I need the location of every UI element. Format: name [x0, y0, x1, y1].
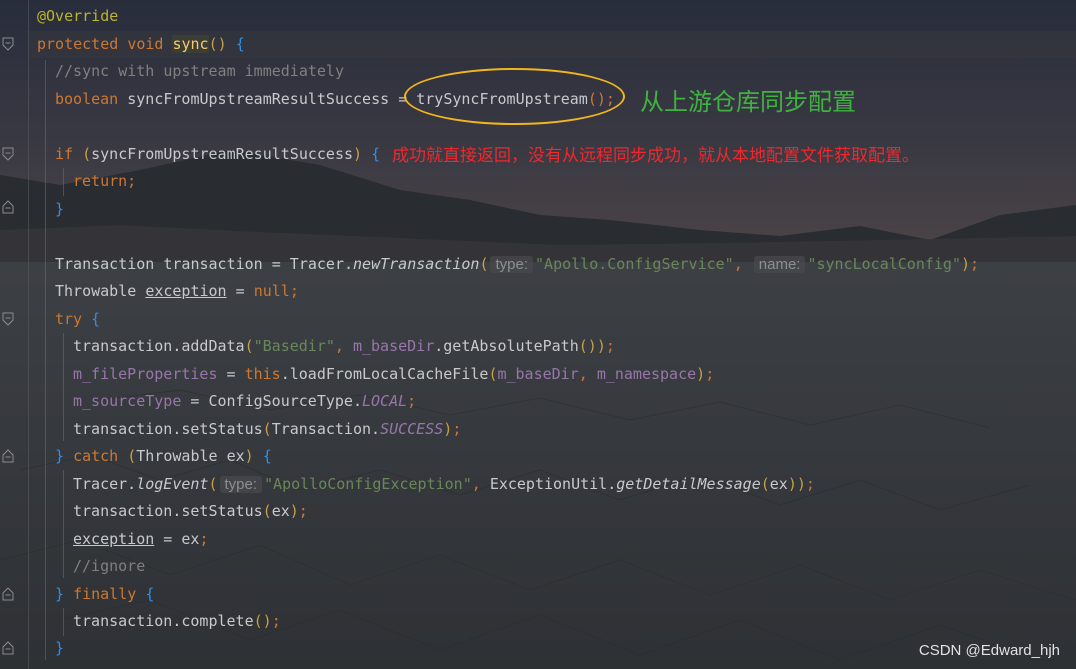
code-line-19[interactable]: exception = ex;	[73, 526, 208, 553]
keyword-catch: catch	[73, 447, 119, 465]
type-throwable: Throwable	[55, 282, 146, 300]
code-line-22[interactable]: transaction.complete();	[73, 608, 281, 635]
string-literal: "ApolloConfigException"	[264, 475, 472, 493]
semicolon: ;	[199, 530, 209, 548]
open-brace: {	[235, 35, 245, 53]
code-line-8[interactable]: }	[55, 196, 64, 223]
method-newTransaction: newTransaction	[353, 255, 480, 273]
code-line-10[interactable]: Throwable exception = null;	[55, 278, 299, 305]
keyword-void: void	[127, 35, 164, 53]
code-line-7[interactable]: return;	[73, 168, 136, 195]
fold-open-icon[interactable]	[2, 37, 14, 51]
code-line-12[interactable]: transaction.addData("Basedir", m_baseDir…	[73, 333, 615, 360]
operator: = ConfigSourceType.	[181, 392, 362, 410]
fold-close-icon[interactable]	[2, 587, 14, 601]
enum-constant: SUCCESS	[380, 420, 444, 438]
field: m_sourceType	[73, 392, 182, 410]
class-ref: Transaction.	[271, 420, 381, 438]
operator: =	[217, 365, 245, 383]
watermark: CSDN @Edward_hjh	[918, 642, 1060, 659]
keyword-protected: protected	[37, 35, 119, 53]
override-annotation: @Override	[37, 7, 119, 25]
code-line-13[interactable]: m_fileProperties = this.loadFromLocalCac…	[73, 361, 714, 388]
indent-guide	[63, 168, 64, 196]
indent-guide	[45, 60, 46, 660]
method-call: transaction.setStatus	[73, 420, 263, 438]
return-statement: return;	[73, 172, 137, 190]
enum-constant: LOCAL	[362, 392, 408, 410]
variable-exception: exception	[73, 530, 155, 548]
indent-guide	[63, 333, 64, 441]
comment: //ignore	[73, 557, 146, 575]
code-line-11[interactable]: try {	[55, 306, 100, 333]
string-literal: "Apollo.ConfigService"	[535, 255, 734, 273]
annotation-green: 从上游仓库同步配置	[640, 88, 856, 116]
method-call: .loadFromLocalCacheFile	[280, 365, 489, 383]
code-line-18[interactable]: transaction.setStatus(ex);	[73, 498, 308, 525]
indent-guide	[63, 608, 64, 636]
code-line-16[interactable]: } catch (Throwable ex) {	[55, 443, 272, 470]
highlight-ellipse	[404, 68, 625, 125]
method-call: transaction.setStatus	[73, 502, 263, 520]
method-call: .getAbsolutePath	[434, 337, 579, 355]
method-name-sync: sync	[172, 35, 209, 53]
type-boolean: boolean	[55, 90, 119, 108]
code-line-1[interactable]: @Override	[37, 3, 118, 30]
keyword-finally: finally	[73, 585, 137, 603]
field: m_baseDir	[497, 365, 579, 383]
keyword-if: if	[55, 145, 74, 163]
fold-close-icon[interactable]	[2, 200, 14, 214]
code-line-15[interactable]: transaction.setStatus(Transaction.SUCCES…	[73, 416, 461, 443]
code-line-9[interactable]: Transaction transaction = Tracer.newTran…	[55, 251, 979, 278]
argument: ex	[271, 502, 290, 520]
code-line-20[interactable]: //ignore	[73, 553, 145, 580]
class-ref: ExceptionUtil.	[489, 475, 617, 493]
fold-open-icon[interactable]	[2, 312, 14, 326]
field: m_fileProperties	[73, 365, 218, 383]
comment: //sync with upstream immediately	[55, 62, 344, 80]
fold-close-icon[interactable]	[2, 641, 14, 655]
assignment: = ex	[154, 530, 200, 548]
method-call: transaction.complete	[73, 612, 254, 630]
code-line-21[interactable]: } finally {	[55, 581, 154, 608]
declaration: Transaction transaction = Tracer.	[55, 255, 354, 273]
class-ref: Tracer.	[73, 475, 137, 493]
code-line-14[interactable]: m_sourceType = ConfigSourceType.LOCAL;	[73, 388, 416, 415]
code-line-2[interactable]: protected void sync() {	[37, 31, 245, 58]
code-line-3[interactable]: //sync with upstream immediately	[55, 58, 344, 85]
fold-open-icon[interactable]	[2, 147, 14, 161]
keyword-this: this	[244, 365, 281, 383]
keyword-try: try	[55, 310, 83, 328]
field: m_namespace	[596, 365, 697, 383]
string-literal: "syncLocalConfig"	[807, 255, 961, 273]
semicolon: ;	[407, 392, 417, 410]
param-hint-type: type:	[490, 256, 534, 273]
code-line-23[interactable]: }	[55, 635, 64, 662]
code-line-6[interactable]: if (syncFromUpstreamResultSuccess) {	[55, 141, 380, 168]
operator: =	[226, 282, 254, 300]
fold-close-icon[interactable]	[2, 449, 14, 463]
method-logEvent: logEvent	[136, 475, 209, 493]
variable: syncFromUpstreamResultSuccess	[127, 90, 390, 108]
indent-guide	[63, 470, 64, 578]
argument: ex	[769, 475, 788, 493]
annotation-red: 成功就直接返回，没有从远程同步成功，就从本地配置文件获取配置。	[392, 146, 919, 166]
param-hint-name: name:	[753, 256, 806, 273]
string-literal: "Basedir"	[253, 337, 335, 355]
semicolon: ;	[289, 282, 299, 300]
param-parens: ()	[208, 35, 227, 53]
method-getDetailMessage: getDetailMessage	[616, 475, 761, 493]
code-line-17[interactable]: Tracer.logEvent(type: "ApolloConfigExcept…	[73, 471, 815, 498]
catch-param: Throwable ex	[136, 447, 245, 465]
field: m_baseDir	[352, 337, 435, 355]
variable-exception: exception	[145, 282, 227, 300]
literal-null: null	[253, 282, 290, 300]
param-hint-type: type:	[219, 476, 263, 493]
editor-gutter	[0, 0, 29, 669]
method-call: transaction.addData	[73, 337, 245, 355]
condition: syncFromUpstreamResultSuccess	[91, 145, 354, 163]
